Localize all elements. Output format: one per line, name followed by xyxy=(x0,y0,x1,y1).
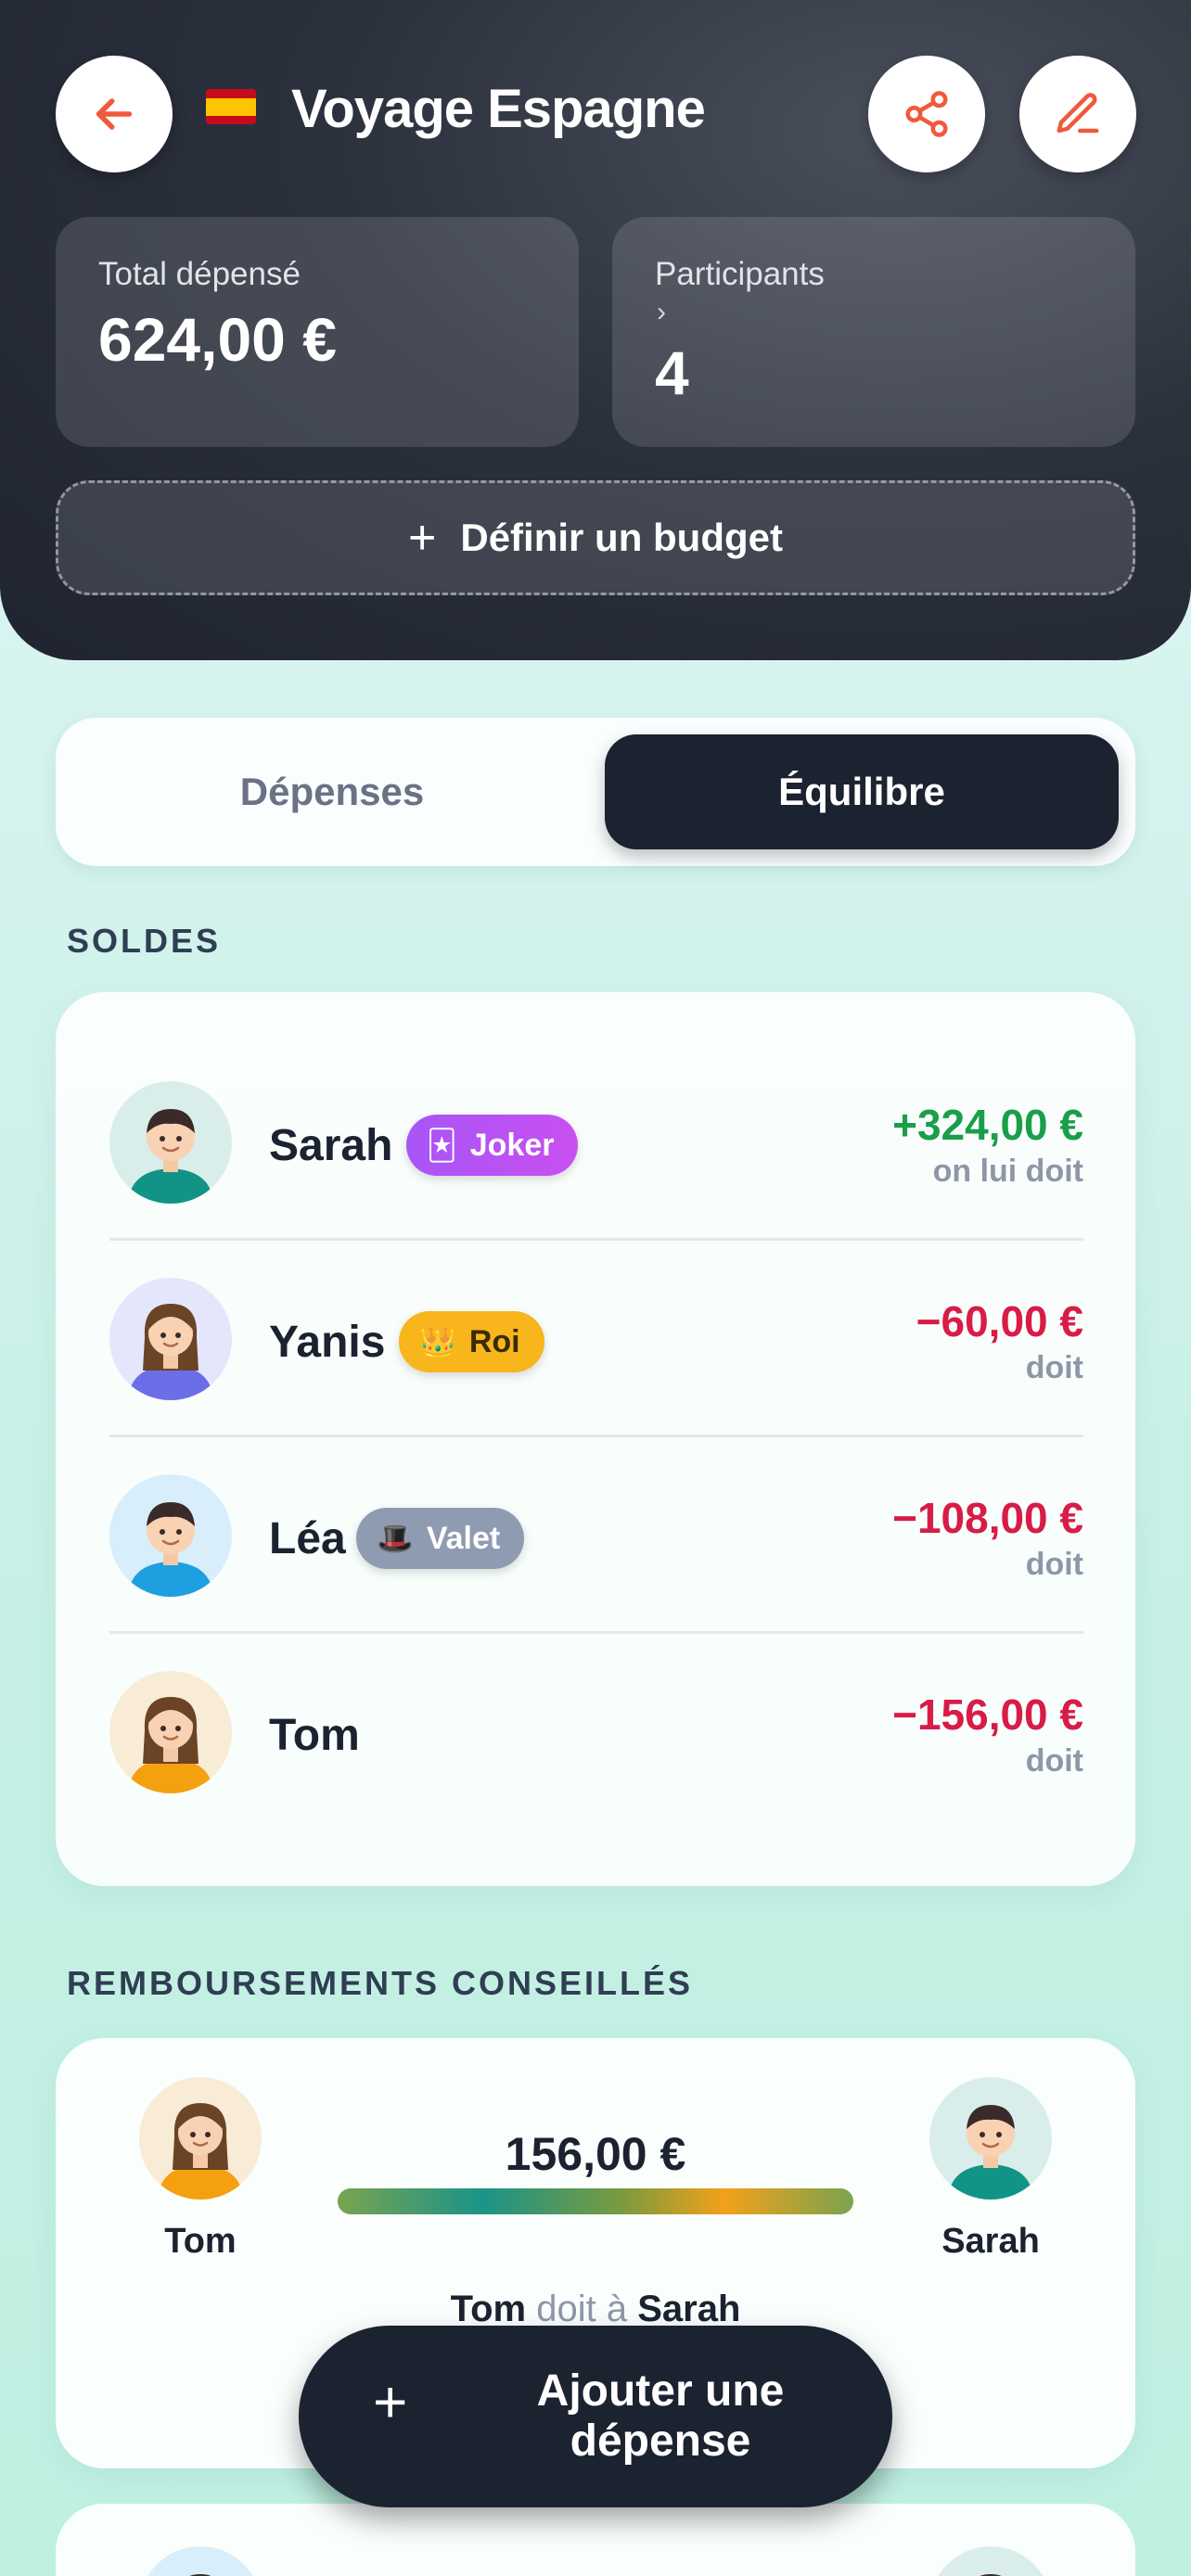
participant-name: Tom xyxy=(269,1711,360,1760)
top-hat-icon: 🎩 xyxy=(377,1522,414,1555)
page-title: Voyage Espagne xyxy=(291,79,706,139)
add-expense-label: Ajouter une dépense xyxy=(536,2366,785,2466)
transfer-bar xyxy=(338,2188,853,2214)
avatar xyxy=(109,1081,232,1204)
joker-card-icon: 🃏 xyxy=(427,1129,457,1162)
balance-row[interactable]: Léa 🎩 Valet −108,00 € doit xyxy=(109,1437,1083,1634)
edit-button[interactable] xyxy=(1019,56,1136,172)
reimbursements-section-title: REMBOURSEMENTS CONSEILLÉS xyxy=(67,1964,694,2002)
share-icon xyxy=(905,91,948,137)
balance-row[interactable]: Tom −156,00 € doit xyxy=(109,1634,1083,1830)
reimbursement-amount: 156,00 € xyxy=(505,2128,686,2180)
participant-name: Léa xyxy=(269,1514,346,1563)
participant-name: Sarah xyxy=(269,1121,393,1170)
plus-icon: + xyxy=(407,511,437,565)
payee-name-inline: Sarah xyxy=(637,2289,741,2329)
avatar xyxy=(139,2546,262,2576)
avatar xyxy=(929,2077,1052,2200)
balance-row[interactable]: Sarah 🃏 Joker +324,00 € on lui doit xyxy=(109,1044,1083,1241)
pencil-icon xyxy=(1057,93,1099,134)
balance-amount: −156,00 € xyxy=(892,1690,1083,1739)
tab-balance[interactable]: Équilibre xyxy=(605,734,1119,849)
balance-status: doit xyxy=(1025,1743,1083,1779)
participants-label: Participants xyxy=(655,256,825,292)
role-badge: 🎩 Valet xyxy=(356,1508,525,1569)
balance-status: on lui doit xyxy=(932,1154,1083,1189)
app-screen: Voyage Espagne Total dépensé 624,00 € Pa… xyxy=(0,0,1191,2576)
arrow-left-icon xyxy=(96,98,133,130)
role-badge-label: Valet xyxy=(426,1520,501,1556)
plus-icon: + xyxy=(373,2368,408,2435)
balance-row[interactable]: Yanis 👑 Roi −60,00 € doit xyxy=(109,1241,1083,1437)
total-spent-card: Total dépensé 624,00 € xyxy=(56,217,579,447)
role-badge-label: Joker xyxy=(469,1127,555,1163)
header: Voyage Espagne Total dépensé 624,00 € Pa… xyxy=(0,0,1191,660)
balance-amount: −60,00 € xyxy=(916,1297,1083,1345)
set-budget-button[interactable]: + Définir un budget xyxy=(56,480,1135,595)
tab-expenses[interactable]: Dépenses xyxy=(72,734,592,849)
avatar xyxy=(109,1474,232,1597)
add-expense-button[interactable]: + Ajouter une dépense xyxy=(299,2326,892,2507)
balance-status: doit xyxy=(1025,1350,1083,1385)
balance-amount: +324,00 € xyxy=(892,1101,1083,1149)
role-badge: 🃏 Joker xyxy=(406,1115,579,1176)
total-spent-label: Total dépensé xyxy=(98,256,301,292)
total-spent-value: 624,00 € xyxy=(98,305,337,374)
balance-amount: −108,00 € xyxy=(892,1494,1083,1542)
chevron-right-icon: › xyxy=(657,297,666,327)
view-tabs: Dépenses Équilibre xyxy=(56,718,1135,866)
avatar xyxy=(109,1671,232,1793)
avatar xyxy=(929,2546,1052,2576)
participants-count: 4 xyxy=(655,338,689,407)
payee-name: Sarah xyxy=(941,2222,1040,2261)
reimbursement-description: Tom doit à Sarah xyxy=(334,2289,857,2330)
spain-flag-icon xyxy=(206,89,256,124)
participant-name: Yanis xyxy=(269,1318,386,1367)
role-badge-label: Roi xyxy=(468,1323,520,1359)
balances-list: Sarah 🃏 Joker +324,00 € on lui doit Yani… xyxy=(56,992,1135,1886)
avatar xyxy=(109,1278,232,1400)
avatar xyxy=(139,2077,262,2200)
back-button[interactable] xyxy=(56,56,173,172)
balances-section-title: SOLDES xyxy=(67,922,222,960)
participants-card[interactable]: Participants › 4 xyxy=(612,217,1135,447)
share-button[interactable] xyxy=(868,56,985,172)
balance-status: doit xyxy=(1025,1547,1083,1582)
crown-icon: 👑 xyxy=(419,1325,456,1358)
role-badge: 👑 Roi xyxy=(399,1311,544,1372)
payer-name: Tom xyxy=(164,2222,237,2261)
payer-name-inline: Tom xyxy=(450,2289,527,2329)
set-budget-label: Définir un budget xyxy=(460,516,783,559)
reimbursement-card[interactable] xyxy=(56,2504,1135,2576)
reimbursement-verb: doit à xyxy=(536,2289,628,2329)
